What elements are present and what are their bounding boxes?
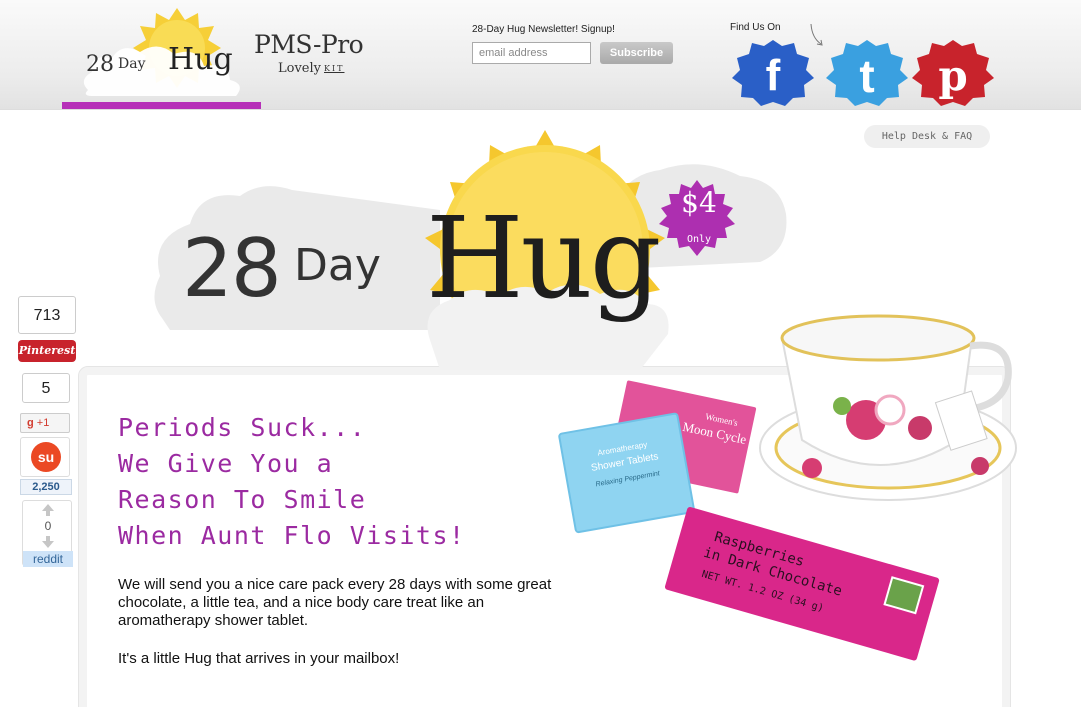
logo-hug: Hug: [168, 42, 233, 77]
facebook-icon[interactable]: f: [732, 40, 814, 106]
logo-day: Day: [118, 56, 146, 72]
hero-day: Day: [294, 240, 381, 291]
stumbleupon-count: 2,250: [20, 479, 72, 495]
pms-sub-label: Lovely: [278, 61, 321, 76]
reddit-button[interactable]: reddit: [23, 551, 73, 567]
headline-line-3: Reason To Smile: [118, 485, 367, 514]
upvote-arrow-icon[interactable]: [41, 503, 55, 517]
gplus-count: 5: [22, 373, 70, 403]
reddit-widget: 0 reddit: [22, 500, 73, 567]
price-badge: [659, 180, 735, 256]
stumbleupon-icon: su: [31, 442, 61, 472]
price-sub-label: Only: [686, 234, 712, 245]
headline: Periods Suck... We Give You a Reason To …: [118, 410, 466, 554]
help-desk-button[interactable]: Help Desk & FAQ: [864, 125, 990, 148]
active-nav-indicator: [62, 102, 261, 109]
pinterest-button[interactable]: Pinterest: [18, 340, 76, 362]
gplus-icon: g: [27, 417, 34, 429]
headline-line-1: Periods Suck...: [118, 413, 367, 442]
site-header: 28 Day Hug PMS-Pro Lovely KIT 28-Day Hug …: [0, 0, 1081, 110]
body-text: We will send you a nice care pack every …: [118, 576, 552, 629]
email-field[interactable]: [472, 42, 591, 64]
svg-text:p: p: [938, 51, 967, 100]
reddit-count: 0: [44, 519, 52, 533]
headline-line-2: We Give You a: [118, 449, 334, 478]
pms-kit-label: KIT: [324, 64, 345, 73]
pinterest-count: 713: [18, 296, 76, 334]
svg-text:t: t: [859, 50, 874, 102]
hero-hug: Hug: [426, 194, 661, 324]
downvote-arrow-icon[interactable]: [41, 535, 55, 549]
logo-number: 28: [86, 52, 114, 77]
gplus-label: +1: [36, 417, 50, 429]
sun-icon: [425, 130, 665, 366]
headline-line-4: When Aunt Flo Visits!: [118, 521, 466, 550]
page: 28 Day Hug PMS-Pro Lovely KIT 28-Day Hug …: [0, 0, 1081, 707]
body-text-2: It's a little Hug that arrives in your m…: [118, 650, 400, 667]
twitter-icon[interactable]: t: [826, 40, 908, 106]
newsletter-label: 28-Day Hug Newsletter! Signup!: [472, 24, 615, 35]
pms-title: PMS-Pro: [254, 30, 364, 59]
svg-text:f: f: [766, 51, 781, 100]
hero-number: 28: [182, 222, 282, 315]
pinterest-icon[interactable]: p: [912, 40, 994, 106]
find-us-label: Find Us On: [730, 22, 781, 33]
stumbleupon-button[interactable]: su: [20, 437, 70, 477]
site-logo[interactable]: 28 Day Hug: [72, 8, 252, 102]
gplus-button[interactable]: g +1: [20, 413, 70, 433]
price-label: $4: [681, 186, 717, 219]
subscribe-button[interactable]: Subscribe: [600, 42, 673, 64]
pms-subtitle: Lovely KIT: [278, 61, 344, 76]
